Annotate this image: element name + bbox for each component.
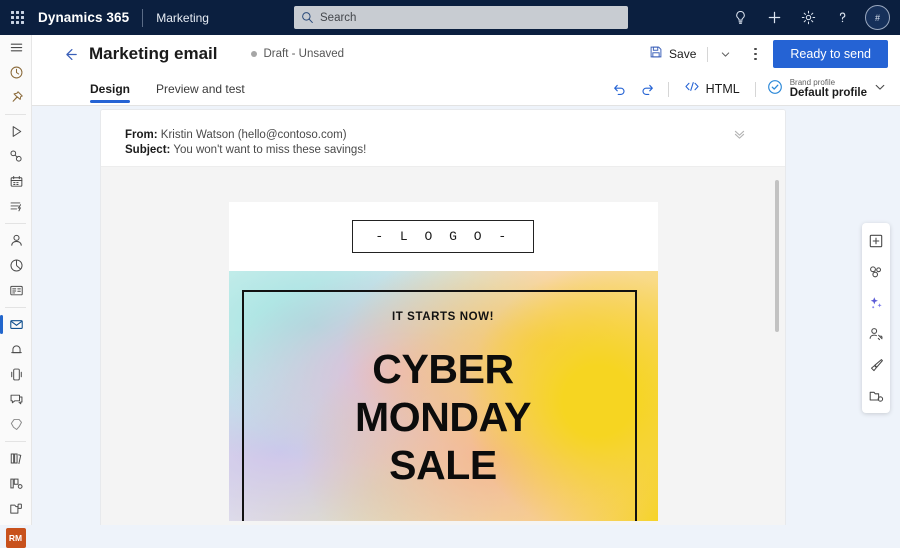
hero-kicker: IT STARTS NOW! — [391, 311, 495, 323]
toolbar-divider-2 — [754, 81, 756, 97]
sidebar-item-analytics[interactable] — [0, 253, 32, 278]
rail-divider — [5, 441, 26, 442]
subject-value[interactable]: You won't want to miss these savings! — [173, 144, 366, 156]
toolbar-divider — [667, 81, 669, 97]
sidebar-item-forms[interactable] — [0, 278, 32, 303]
right-tool-palette — [862, 223, 890, 413]
sidebar-item-emails[interactable] — [0, 312, 32, 337]
styles-brush-icon[interactable] — [864, 353, 888, 376]
brand-profile-selector[interactable]: Brand profile Default profile — [763, 76, 890, 102]
from-label: From: — [125, 129, 158, 141]
rail-divider — [5, 114, 26, 115]
brand-profile-chevron-down-icon[interactable] — [874, 80, 886, 98]
sidebar-item-triggers[interactable] — [0, 194, 32, 219]
page-title: Marketing email — [89, 44, 218, 63]
save-button[interactable]: Save — [643, 41, 702, 68]
status-badge: Draft - Unsaved — [250, 48, 345, 60]
command-bar: Marketing email Draft - Unsaved Save Rea… — [32, 35, 900, 73]
avatar[interactable]: # — [865, 5, 890, 30]
editor-tab-bar: Design Preview and test HTML Brand profi… — [32, 73, 900, 106]
ai-sparkle-icon[interactable] — [864, 291, 888, 314]
search-icon — [301, 11, 314, 24]
hero-banner-block[interactable]: IT STARTS NOW! CYBER MONDAY SALE — [228, 271, 658, 521]
sidebar-app-badge[interactable]: RM — [5, 528, 26, 548]
overflow-menu-button[interactable] — [743, 41, 767, 67]
question-icon[interactable] — [826, 3, 858, 33]
avatar-initials: # — [874, 12, 880, 23]
sidebar-item-hamburger[interactable] — [0, 35, 32, 60]
redo-icon[interactable] — [635, 76, 661, 102]
ready-to-send-button[interactable]: Ready to send — [773, 40, 888, 68]
email-canvas[interactable]: - L O G O - IT STARTS NOW! CYBER MONDAY … — [101, 167, 785, 525]
layout-icon[interactable] — [864, 260, 888, 283]
left-nav-rail: RM — [0, 35, 32, 548]
sidebar-item-push[interactable] — [0, 337, 32, 362]
lightbulb-icon[interactable] — [724, 3, 756, 33]
brand-label[interactable]: Dynamics 365 — [38, 10, 129, 25]
hero-title-line-3: SALE — [389, 441, 497, 488]
html-label: HTML — [705, 82, 740, 96]
sidebar-item-sms[interactable] — [0, 362, 32, 387]
app-name-label[interactable]: Marketing — [156, 11, 209, 25]
header-actions: # — [724, 0, 892, 35]
plus-icon[interactable] — [758, 3, 790, 33]
tab-design[interactable]: Design — [90, 73, 131, 106]
hero-title: CYBER MONDAY SALE — [229, 346, 658, 490]
sidebar-item-chat[interactable] — [0, 387, 32, 412]
rail-divider — [5, 223, 26, 224]
search-placeholder: Search — [320, 11, 357, 24]
brand-check-circle-icon — [767, 79, 783, 100]
sidebar-item-contacts[interactable] — [0, 228, 32, 253]
subject-label: Subject: — [125, 144, 171, 157]
email-editor-panel: From: Kristin Watson (hello@contoso.com)… — [100, 109, 786, 525]
hero-text-group: IT STARTS NOW! CYBER MONDAY SALE — [229, 271, 658, 490]
assets-library-icon[interactable] — [864, 384, 888, 407]
personalization-icon[interactable] — [864, 322, 888, 345]
sidebar-item-library[interactable] — [0, 446, 32, 471]
save-label: Save — [669, 47, 697, 61]
sidebar-item-events[interactable] — [0, 169, 32, 194]
search-input[interactable]: Search — [294, 6, 628, 29]
brand-divider — [142, 8, 144, 27]
hero-title-line-2: MONDAY — [354, 393, 532, 440]
rail-divider — [5, 307, 26, 308]
email-subject-line: Subject: You won't want to miss these sa… — [125, 143, 785, 158]
status-text: Draft - Unsaved — [263, 48, 345, 60]
from-value[interactable]: Kristin Watson (hello@contoso.com) — [161, 129, 347, 141]
add-element-icon[interactable] — [864, 229, 888, 252]
brand-profile-caption: Brand profile — [789, 77, 836, 87]
sidebar-item-templates[interactable] — [0, 471, 32, 496]
editor-toolbar: HTML Brand profile Default profile — [607, 76, 900, 102]
save-divider — [707, 46, 709, 62]
logo-block[interactable]: - L O G O - — [228, 202, 658, 271]
save-icon — [649, 45, 663, 64]
status-dot-icon — [250, 51, 257, 57]
top-header: Dynamics 365 Marketing Search # — [0, 0, 900, 35]
sidebar-item-custom-channels[interactable] — [0, 412, 32, 437]
collapse-header-double-chevron-down-icon[interactable] — [727, 122, 751, 146]
canvas-scrollbar[interactable] — [775, 180, 779, 332]
save-dropdown-chevron-down-icon[interactable] — [713, 41, 737, 67]
gear-icon[interactable] — [792, 3, 824, 33]
brand-profile-value: Default profile — [789, 86, 867, 99]
email-from-line: From: Kristin Watson (hello@contoso.com) — [125, 128, 785, 143]
sidebar-item-segments[interactable] — [0, 144, 32, 169]
sidebar-item-assets[interactable] — [0, 496, 32, 521]
sidebar-item-pinned[interactable] — [0, 85, 32, 110]
hero-title-line-1: CYBER — [372, 346, 514, 392]
sidebar-item-recent[interactable] — [0, 60, 32, 85]
code-brackets-icon — [684, 80, 700, 98]
tab-preview-and-test[interactable]: Preview and test — [156, 73, 245, 106]
back-arrow-icon[interactable] — [53, 37, 87, 71]
app-launcher-icon[interactable] — [0, 0, 34, 35]
command-bar-actions: Save Ready to send — [643, 40, 900, 68]
editor-stage: From: Kristin Watson (hello@contoso.com)… — [32, 106, 900, 525]
undo-icon[interactable] — [607, 76, 633, 102]
html-button[interactable]: HTML — [676, 76, 748, 102]
email-header: From: Kristin Watson (hello@contoso.com)… — [101, 110, 785, 167]
sidebar-item-journeys[interactable] — [0, 119, 32, 144]
logo-placeholder: - L O G O - — [352, 220, 534, 253]
email-content-column: - L O G O - IT STARTS NOW! CYBER MONDAY … — [228, 202, 658, 521]
